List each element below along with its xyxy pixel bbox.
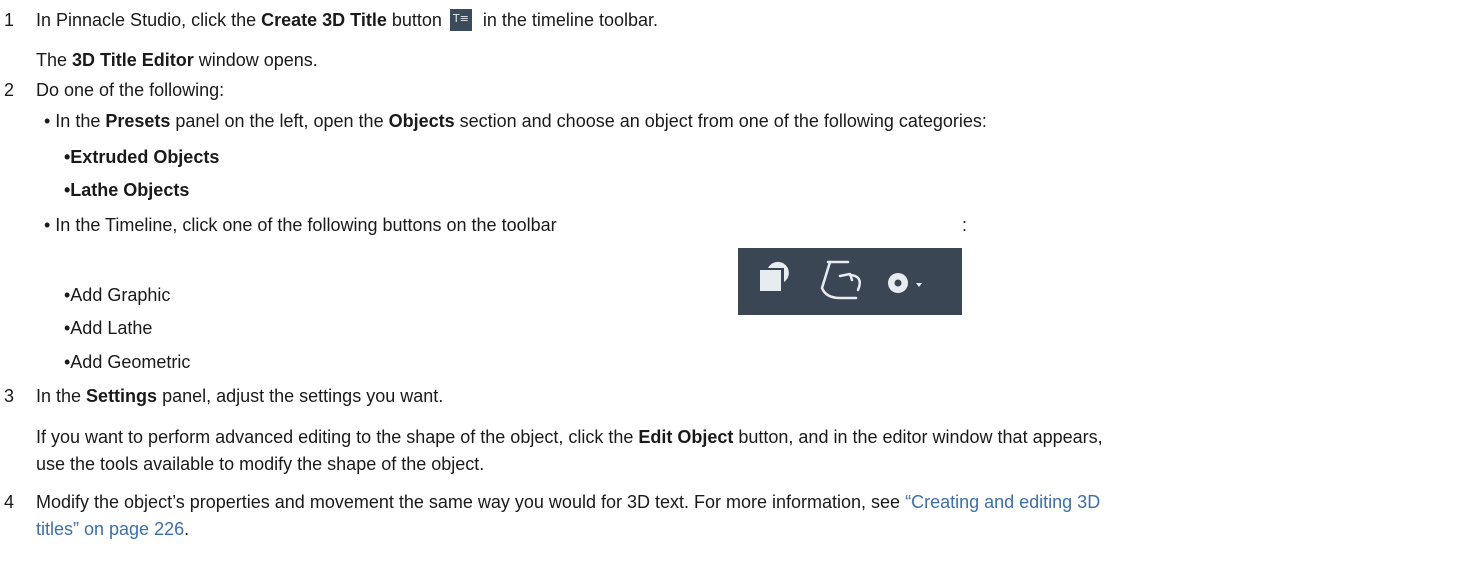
- cross-reference-link[interactable]: titles” on page 226: [36, 519, 184, 539]
- bold-term: 3D Title Editor: [72, 50, 194, 70]
- dropdown-arrow-icon: [916, 283, 922, 287]
- bold-term: Presets: [105, 111, 171, 131]
- text: in the timeline toolbar.: [477, 10, 658, 30]
- step-4-line-2: titles” on page 226.: [36, 519, 190, 539]
- bold-term: Edit Object: [638, 427, 734, 447]
- text: In Pinnacle Studio, click the: [36, 10, 262, 30]
- step-number: 3: [4, 386, 15, 406]
- step-1-result: The 3D Title Editor window opens.: [36, 50, 318, 70]
- bold-term: Objects: [388, 111, 455, 131]
- colon: :: [962, 215, 968, 235]
- step-3-detail-2: use the tools available to modify the sh…: [36, 454, 485, 474]
- option-1: • In the Presets panel on the left, open…: [44, 111, 987, 131]
- cross-reference-link[interactable]: “Creating and editing 3D: [905, 492, 1100, 512]
- lathe-icon: [820, 260, 861, 300]
- geometric-icon: [888, 273, 908, 293]
- list-item: •Add Graphic: [64, 285, 171, 305]
- list-item: •Add Lathe: [64, 318, 153, 338]
- step-number: 2: [4, 80, 15, 100]
- step-3-detail: If you want to perform advanced editing …: [36, 427, 1103, 447]
- text: button: [386, 10, 442, 30]
- list-item: •Add Geometric: [64, 352, 191, 372]
- list-item: •Lathe Objects: [64, 180, 190, 200]
- step-number: 1: [4, 10, 15, 30]
- option-2: • In the Timeline, click one of the foll…: [44, 215, 557, 235]
- text: Do one of the following:: [36, 80, 225, 100]
- graphic-icon: [760, 261, 789, 291]
- timeline-toolbar-image: [738, 248, 962, 315]
- step-number: 4: [4, 492, 15, 512]
- bold-term: Settings: [86, 386, 158, 406]
- create-3d-title-icon: T≡: [449, 9, 472, 32]
- list-item: •Extruded Objects: [64, 147, 220, 167]
- bold-term: Create 3D Title: [261, 10, 387, 30]
